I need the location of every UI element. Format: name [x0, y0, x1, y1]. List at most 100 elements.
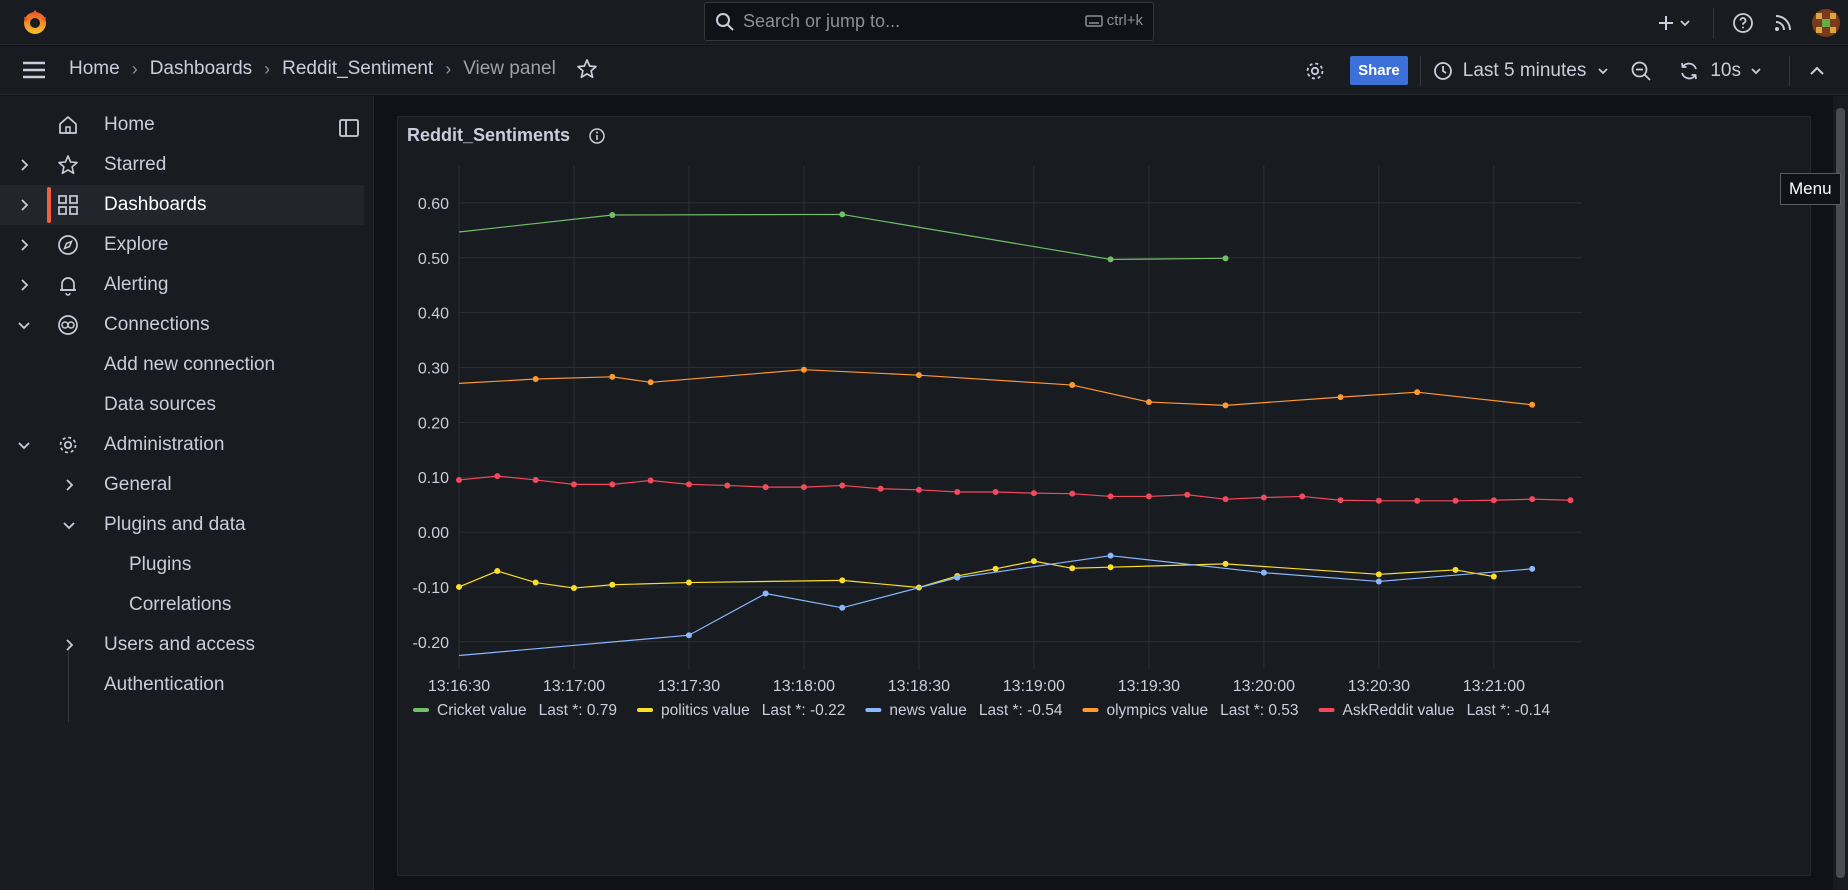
chevron-down-icon[interactable] — [61, 517, 77, 533]
search-input[interactable]: Search or jump to... ctrl+k — [704, 2, 1154, 41]
connections-icon — [58, 315, 78, 335]
data-point — [532, 376, 539, 383]
home-icon — [59, 116, 77, 134]
legend-label: news value — [889, 702, 967, 719]
data-point — [954, 574, 961, 581]
sidebar-item-add-new-connection[interactable]: Add new connection — [0, 345, 364, 385]
data-point — [647, 477, 654, 484]
data-point — [1260, 494, 1267, 501]
help-icon[interactable] — [1732, 12, 1754, 34]
sidebar-item-data-sources[interactable]: Data sources — [0, 385, 364, 425]
series-line — [458, 369, 1533, 406]
legend-stat: Last *: -0.54 — [979, 702, 1063, 719]
legend-stat: Last *: 0.79 — [539, 702, 617, 719]
data-point — [647, 379, 654, 386]
legend-stat: Last *: -0.22 — [762, 702, 846, 719]
data-point — [954, 489, 961, 496]
timeseries-panel: Reddit_Sentiments 13:16:30 13:17:00 13:17:… — [397, 116, 1811, 876]
scrollbar-thumb[interactable] — [1836, 108, 1845, 878]
scrollbar[interactable] — [1833, 96, 1848, 890]
sidebar-item-label: Explore — [104, 234, 169, 255]
sidebar-item-label: Authentication — [104, 674, 225, 695]
sidebar-item-users-and-access[interactable]: Users and access — [0, 625, 364, 665]
data-point — [839, 604, 846, 611]
new-button[interactable] — [1657, 14, 1691, 32]
chevron-right-icon[interactable] — [16, 157, 32, 173]
news-feed-icon[interactable] — [1772, 12, 1794, 34]
data-point — [1030, 490, 1037, 497]
data-point — [685, 481, 692, 488]
search-icon — [716, 12, 734, 31]
grafana-logo-icon[interactable] — [20, 7, 50, 37]
y-tick-label: 0.50 — [418, 251, 449, 268]
divider — [1419, 55, 1421, 86]
refresh-icon[interactable] — [1678, 60, 1700, 82]
sidebar-item-label: Connections — [104, 314, 210, 335]
refresh-interval-picker[interactable]: 10s — [1710, 60, 1763, 82]
data-point — [1337, 497, 1344, 504]
sidebar-item-label: Plugins — [129, 554, 192, 575]
toolbar: Share Last 5 minutes 10s — [1304, 46, 1848, 95]
sidebar-item-plugins-and-data[interactable]: Plugins and data — [0, 505, 364, 545]
top-right-actions — [1657, 0, 1848, 45]
avatar[interactable] — [1812, 8, 1840, 37]
settings-gear-icon[interactable] — [1304, 60, 1326, 82]
breadcrumb-home[interactable]: Home — [69, 58, 120, 80]
data-point — [992, 489, 999, 496]
breadcrumb-dashboard[interactable]: Reddit_Sentiment — [282, 58, 433, 80]
sidebar-item-home[interactable]: Home — [0, 105, 364, 145]
series-line — [458, 475, 1571, 502]
sidebar-item-label: Administration — [104, 434, 225, 455]
data-point — [724, 482, 731, 489]
sidebar-item-dashboards[interactable]: Dashboards — [0, 185, 364, 225]
chevron-right-icon[interactable] — [16, 237, 32, 253]
legend-swatch — [865, 708, 882, 712]
data-point — [992, 565, 999, 572]
data-point — [1069, 382, 1076, 389]
data-point — [1184, 491, 1191, 498]
sidebar-item-correlations[interactable]: Correlations — [0, 585, 364, 625]
sidebar-item-authentication[interactable]: Authentication — [0, 665, 364, 705]
data-point — [1069, 490, 1076, 497]
sidebar-item-starred[interactable]: Starred — [0, 145, 364, 185]
x-tick-label: 13:17:30 — [658, 678, 720, 695]
sidebar-item-connections[interactable]: Connections — [0, 305, 364, 345]
chevron-down-icon[interactable] — [16, 437, 32, 453]
data-point — [839, 577, 846, 584]
data-point — [609, 481, 616, 488]
breadcrumb-dashboards[interactable]: Dashboards — [150, 58, 252, 80]
sidebar-item-administration[interactable]: Administration — [0, 425, 364, 465]
share-button[interactable]: Share — [1350, 56, 1408, 85]
zoom-out-icon[interactable] — [1630, 60, 1652, 82]
data-point — [609, 373, 616, 380]
time-range-picker[interactable]: Last 5 minutes — [1433, 60, 1611, 82]
data-point — [1069, 565, 1076, 572]
search-shortcut: ctrl+k — [1084, 12, 1143, 29]
chevron-right-icon[interactable] — [16, 197, 32, 213]
data-point — [1490, 497, 1497, 504]
chevron-right-icon[interactable] — [61, 637, 77, 653]
chevron-down-icon[interactable] — [16, 317, 32, 333]
data-point — [1452, 566, 1459, 573]
sidebar-item-label: Correlations — [129, 594, 232, 615]
data-point — [839, 211, 846, 218]
chevron-right-icon[interactable] — [61, 477, 77, 493]
data-point — [1567, 497, 1574, 504]
data-point — [1375, 578, 1382, 585]
sidebar-item-plugins[interactable]: Plugins — [0, 545, 364, 585]
chevron-up-icon[interactable] — [1808, 62, 1826, 80]
chevron-right-icon[interactable] — [16, 277, 32, 293]
data-point — [877, 485, 884, 492]
time-series-chart: 13:16:30 13:17:00 13:17:30 13:18:00 13:18:30… — [413, 166, 1582, 719]
data-point — [1107, 493, 1114, 500]
sidebar-item-general[interactable]: General — [0, 465, 364, 505]
sidebar-item-alerting[interactable]: Alerting — [0, 265, 364, 305]
data-point — [1452, 497, 1459, 504]
star-icon[interactable] — [576, 58, 598, 80]
menu-icon[interactable] — [22, 60, 46, 80]
sidebar-item-explore[interactable]: Explore — [0, 225, 364, 265]
sidebar-item-label: Alerting — [104, 274, 169, 295]
data-point — [1414, 389, 1421, 396]
y-tick-label: 0.20 — [418, 415, 449, 432]
data-point — [1107, 256, 1114, 263]
